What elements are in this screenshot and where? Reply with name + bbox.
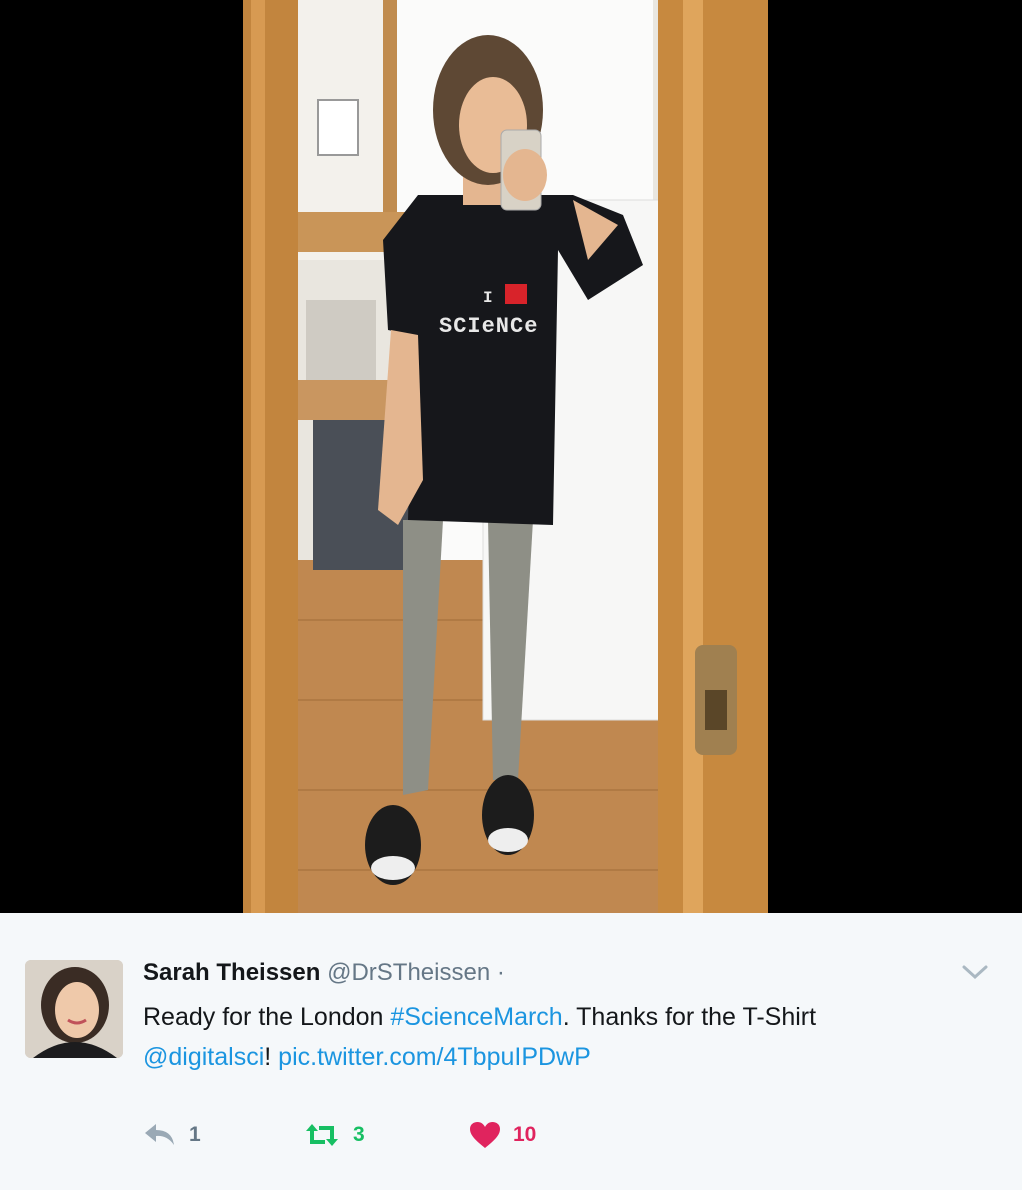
tweet-header: Sarah Theissen @DrSTheissen · xyxy=(143,959,505,987)
author-name[interactable]: Sarah Theissen xyxy=(143,959,320,986)
tweet-text-part-1: Ready for the London xyxy=(143,1003,391,1031)
separator-dot: · xyxy=(496,959,505,986)
mention-link[interactable]: @digitalsci xyxy=(143,1043,264,1071)
shirt-text-line-2: SCIeNCe xyxy=(439,314,538,339)
tweet-text-part-3: ! xyxy=(264,1043,279,1071)
reply-button[interactable]: 1 xyxy=(143,1118,201,1152)
reply-count: 1 xyxy=(189,1123,201,1146)
shirt-text-line-1: I xyxy=(483,289,493,307)
reply-icon xyxy=(143,1122,177,1148)
chevron-down-icon[interactable] xyxy=(960,961,990,983)
tweet-media[interactable]: I SCIeNCe xyxy=(0,0,1022,913)
tweet-card: Sarah Theissen @DrSTheissen · Ready for … xyxy=(0,913,1022,1190)
tweet-text: Ready for the London #ScienceMarch. Than… xyxy=(143,997,993,1077)
retweet-button[interactable]: 3 xyxy=(303,1118,365,1152)
heart-icon xyxy=(469,1121,501,1149)
pic-link[interactable]: pic.twitter.com/4TbpuIPDwP xyxy=(278,1043,591,1071)
mirror-selfie-photo[interactable]: I SCIeNCe xyxy=(243,0,768,913)
avatar[interactable] xyxy=(25,960,123,1058)
tweet-text-part-2: . Thanks for the T-Shirt xyxy=(562,1003,817,1031)
author-handle[interactable]: @DrSTheissen xyxy=(327,959,490,986)
hashtag-link[interactable]: #ScienceMarch xyxy=(390,1003,562,1031)
retweet-icon xyxy=(303,1122,341,1148)
like-button[interactable]: 10 xyxy=(469,1118,536,1152)
like-count: 10 xyxy=(513,1123,537,1146)
retweet-count: 3 xyxy=(353,1123,365,1146)
